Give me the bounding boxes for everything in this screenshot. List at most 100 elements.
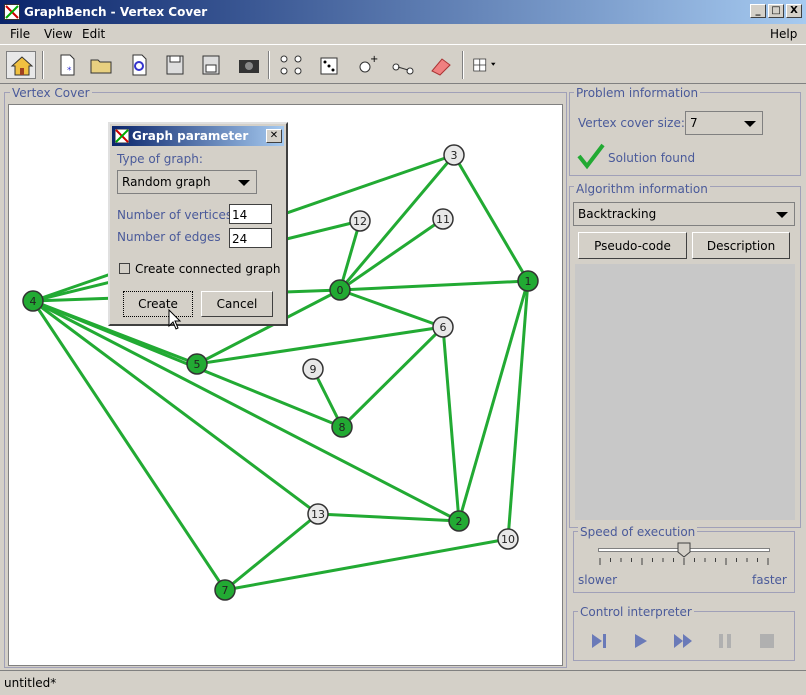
grid-icon[interactable]	[470, 51, 510, 79]
menu-help[interactable]: Help	[770, 27, 797, 41]
algorithm-select[interactable]: Backtracking	[573, 202, 795, 226]
graph-edge[interactable]	[452, 154, 530, 282]
vc-size-select[interactable]: 7	[685, 111, 763, 135]
open-folder-icon[interactable]	[86, 51, 116, 79]
chevron-down-icon	[744, 121, 756, 127]
dialog-titlebar: Graph parameter ✕	[112, 126, 284, 146]
dialog-title: Graph parameter	[132, 129, 249, 143]
toolbar-separator	[462, 51, 464, 79]
speed-slower-label: slower	[578, 573, 618, 587]
dialog-app-icon	[115, 129, 129, 143]
cancel-button[interactable]: Cancel	[201, 291, 273, 317]
connected-checkbox[interactable]	[119, 263, 130, 274]
graph-node-label: 8	[339, 421, 346, 434]
edges-input[interactable]: 24	[229, 228, 272, 248]
vertices-input[interactable]: 14	[229, 204, 272, 224]
graph-type-label: Type of graph:	[117, 152, 203, 166]
stop-icon[interactable]	[756, 630, 778, 652]
graph-node-label: 2	[456, 515, 463, 528]
play-icon[interactable]	[630, 630, 652, 652]
graph-node-label: 0	[337, 284, 344, 297]
minimize-button[interactable]: _	[750, 4, 766, 18]
speed-panel-title: Speed of execution	[578, 525, 698, 539]
solution-status: Solution found	[608, 151, 696, 165]
reload-icon[interactable]	[124, 51, 154, 79]
pause-icon[interactable]	[714, 630, 736, 652]
save-as-icon[interactable]	[196, 51, 226, 79]
maximize-button[interactable]: □	[768, 4, 784, 18]
create-button[interactable]: Create	[123, 291, 193, 317]
add-vertex-icon[interactable]: +	[352, 51, 382, 79]
graph-edge[interactable]	[32, 299, 319, 516]
menu-bar: File View Edit Help	[0, 24, 806, 44]
fast-forward-icon[interactable]	[672, 630, 694, 652]
vc-size-label: Vertex cover size:	[578, 116, 685, 130]
mouse-cursor-icon	[168, 309, 182, 330]
graph-edge[interactable]	[339, 279, 529, 292]
speed-faster-label: faster	[752, 573, 787, 587]
menu-edit[interactable]: Edit	[82, 27, 105, 41]
chevron-down-icon	[776, 212, 788, 218]
eraser-icon[interactable]	[426, 51, 456, 79]
add-edge-icon[interactable]	[388, 51, 418, 79]
menu-view[interactable]: View	[44, 27, 72, 41]
graph-node-label: 10	[501, 533, 515, 546]
graph-node-label: 12	[353, 215, 367, 228]
connected-label: Create connected graph	[135, 262, 281, 276]
algorithm-value: Backtracking	[578, 207, 657, 221]
dialog-close-button[interactable]: ✕	[266, 129, 282, 143]
graph-node-label: 9	[310, 363, 317, 376]
speed-slider-ticks	[599, 558, 769, 565]
window-title: GraphBench - Vertex Cover	[24, 5, 208, 19]
toolbar-separator	[42, 51, 44, 79]
vertex-cover-panel-title: Vertex Cover	[10, 86, 92, 100]
graph-type-select[interactable]: Random graph	[117, 170, 257, 194]
algorithm-info-title: Algorithm information	[574, 182, 710, 196]
svg-text:*: *	[67, 66, 72, 76]
close-button[interactable]: X	[786, 4, 802, 18]
graph-type-value: Random graph	[122, 175, 211, 189]
status-filename: untitled*	[4, 676, 57, 690]
description-button[interactable]: Description	[692, 232, 790, 259]
home-icon[interactable]	[6, 51, 36, 79]
graph-edge[interactable]	[317, 512, 460, 523]
toolbar: * +	[0, 44, 806, 84]
menu-file[interactable]: File	[10, 27, 30, 41]
vertices-label: Number of vertices	[117, 208, 233, 222]
graph-node-label: 11	[436, 213, 450, 226]
graph-node-label: 13	[311, 508, 325, 521]
new-file-icon[interactable]: *	[52, 51, 82, 79]
problem-info-title: Problem information	[574, 86, 701, 100]
random-graph-icon[interactable]	[314, 51, 344, 79]
checkmark-icon	[577, 143, 605, 170]
svg-text:+: +	[370, 54, 378, 65]
graph-node-label: 4	[30, 295, 37, 308]
pseudo-code-area	[575, 264, 795, 520]
save-icon[interactable]	[160, 51, 190, 79]
graph-edge[interactable]	[441, 326, 461, 522]
graph-edge[interactable]	[339, 288, 444, 329]
vc-size-value: 7	[690, 116, 698, 130]
add-graph-icon[interactable]	[276, 51, 306, 79]
graph-edge[interactable]	[31, 300, 227, 591]
graph-edge[interactable]	[224, 512, 319, 592]
window-titlebar: GraphBench - Vertex Cover _ □ X	[0, 0, 806, 24]
chevron-down-icon	[238, 180, 250, 186]
graph-node-label: 3	[451, 149, 458, 162]
camera-icon[interactable]	[234, 51, 264, 79]
graph-node-label: 5	[194, 358, 201, 371]
graph-parameter-dialog: Graph parameter ✕ Type of graph: Random …	[108, 122, 288, 326]
control-panel-title: Control interpreter	[578, 605, 694, 619]
speed-slider-thumb[interactable]	[677, 542, 691, 558]
edges-label: Number of edges	[117, 230, 221, 244]
status-bar: untitled*	[0, 670, 806, 695]
graph-edge[interactable]	[224, 537, 509, 592]
step-icon[interactable]	[588, 630, 610, 652]
graph-node-label: 1	[525, 275, 532, 288]
app-icon	[4, 4, 20, 20]
toolbar-separator	[268, 51, 270, 79]
graph-node-label: 6	[440, 321, 447, 334]
graph-node-label: 7	[222, 584, 229, 597]
pseudo-code-button[interactable]: Pseudo-code	[578, 232, 687, 259]
graph-edge[interactable]	[340, 325, 445, 429]
